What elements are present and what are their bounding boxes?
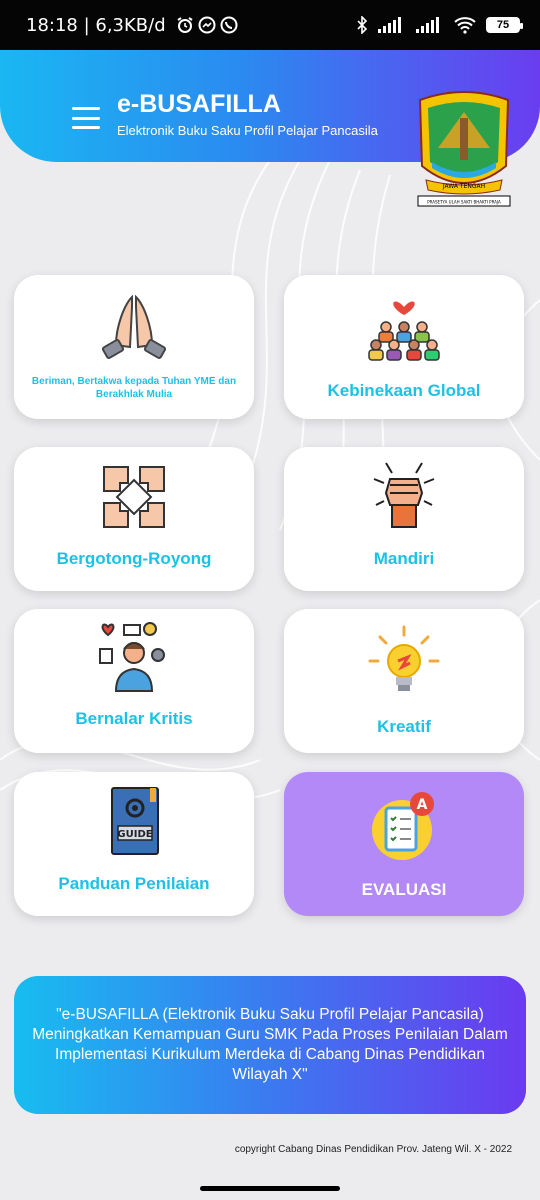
whatsapp-icon bbox=[220, 16, 238, 34]
diverse-people-icon bbox=[368, 301, 440, 361]
app-subtitle: Elektronik Buku Saku Profil Pelajar Panc… bbox=[117, 123, 378, 138]
messenger-icon bbox=[198, 16, 216, 34]
home-indicator[interactable] bbox=[200, 1186, 340, 1191]
jawa-tengah-logo: JAWA TENGAH PRASETYA ULAH SAKTI BHAKTI P… bbox=[417, 91, 511, 207]
guide-book-icon: GUIDE bbox=[111, 787, 159, 855]
raised-fist-icon bbox=[373, 462, 435, 528]
card-kebinekaan-global[interactable]: Kebinekaan Global bbox=[284, 275, 524, 419]
card-label: Panduan Penilaian bbox=[58, 874, 210, 893]
card-label: Kebinekaan Global bbox=[327, 381, 481, 400]
card-beriman[interactable]: Beriman, Bertakwa kepada Tuhan YME dan B… bbox=[14, 275, 254, 419]
card-mandiri[interactable]: Mandiri bbox=[284, 447, 524, 591]
card-label: Kreatif bbox=[377, 717, 431, 736]
card-label: Bernalar Kritis bbox=[75, 709, 193, 728]
svg-text:PRASETYA ULAH SAKTI BHAKTI PRA: PRASETYA ULAH SAKTI BHAKTI PRAJA bbox=[427, 200, 501, 205]
praying-hands-icon bbox=[101, 294, 167, 359]
signal-icon bbox=[416, 17, 439, 33]
quote-text: "e-BUSAFILLA (Elektronik Buku Saku Profi… bbox=[32, 1006, 508, 1083]
quote-banner: "e-BUSAFILLA (Elektronik Buku Saku Profi… bbox=[14, 976, 526, 1114]
app-title: e-BUSAFILLA bbox=[117, 90, 281, 118]
card-bernalar-kritis[interactable]: Bernalar Kritis bbox=[14, 609, 254, 753]
wifi-icon bbox=[454, 17, 476, 34]
svg-text:A: A bbox=[417, 797, 428, 813]
card-label: Bergotong-Royong bbox=[56, 549, 212, 568]
hamburger-menu-icon[interactable] bbox=[72, 107, 100, 129]
card-label: Mandiri bbox=[373, 549, 435, 568]
alarm-icon bbox=[177, 17, 193, 33]
card-evaluasi[interactable]: A EVALUASI bbox=[284, 772, 524, 916]
lightbulb-icon bbox=[368, 625, 440, 691]
battery-icon: 75 bbox=[486, 17, 523, 33]
critical-thinking-icon bbox=[99, 622, 165, 692]
evaluation-icon: A bbox=[372, 792, 434, 860]
svg-text:JAWA TENGAH: JAWA TENGAH bbox=[442, 183, 485, 190]
bluetooth-icon bbox=[357, 16, 368, 34]
svg-text:GUIDE: GUIDE bbox=[117, 829, 152, 840]
card-bergotong-royong[interactable]: Bergotong-Royong bbox=[14, 447, 254, 591]
card-label: Beriman, Bertakwa kepada Tuhan YME dan B… bbox=[31, 376, 237, 400]
card-kreatif[interactable]: Kreatif bbox=[284, 609, 524, 753]
joined-hands-icon bbox=[103, 466, 165, 528]
status-time: 18:18 | 6,3KB/d bbox=[26, 14, 166, 36]
card-panduan-penilaian[interactable]: GUIDE Panduan Penilaian bbox=[14, 772, 254, 916]
card-label: EVALUASI bbox=[361, 880, 447, 899]
signal-icon bbox=[378, 17, 401, 33]
status-bar: 18:18 | 6,3KB/d 75 bbox=[0, 0, 540, 50]
copyright-text: copyright Cabang Dinas Pendidikan Prov. … bbox=[234, 1144, 512, 1155]
